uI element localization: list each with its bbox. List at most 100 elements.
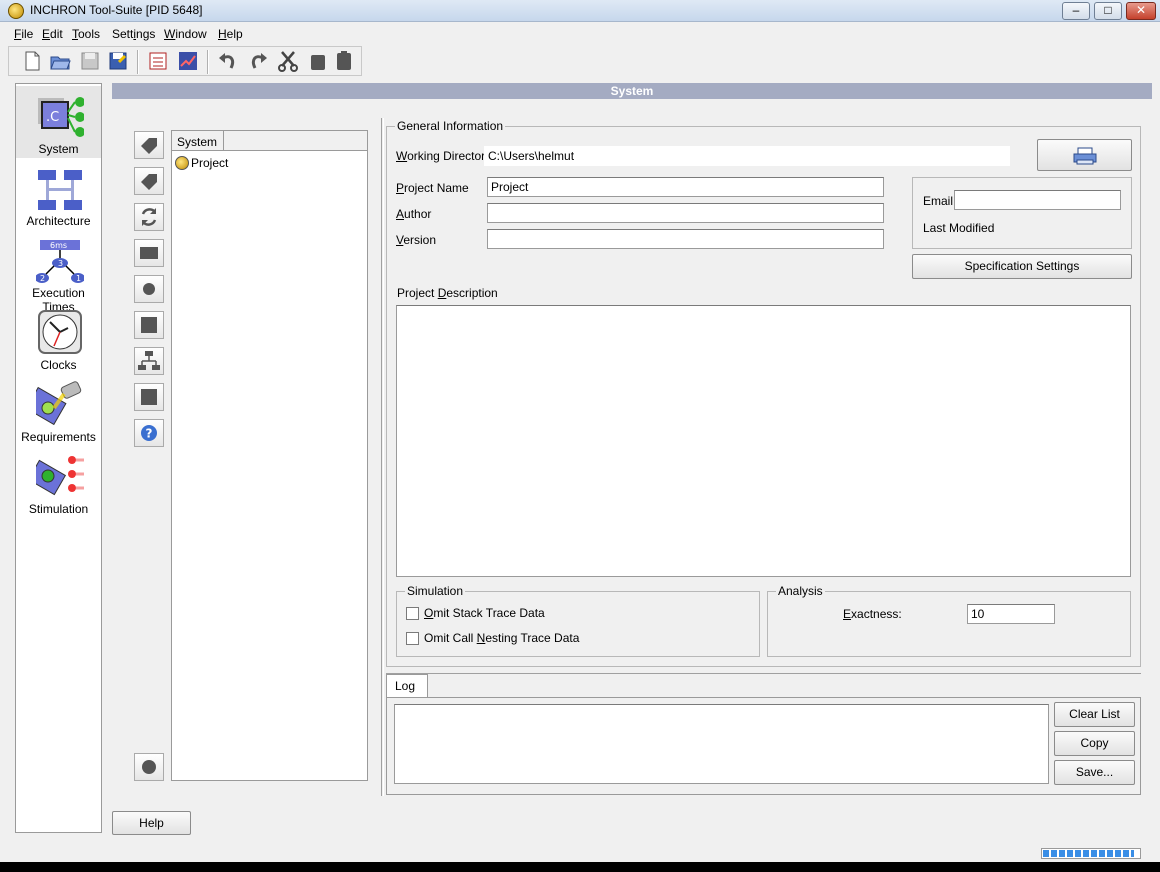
- tree-header: System: [172, 131, 367, 151]
- email-input[interactable]: [954, 190, 1121, 210]
- menu-tools[interactable]: Tools: [72, 27, 100, 41]
- project-tree[interactable]: System Project: [171, 130, 368, 781]
- undo-icon: [219, 53, 235, 69]
- open-folder-icon: [50, 56, 71, 70]
- block-icon: [141, 389, 157, 405]
- log-list[interactable]: [394, 704, 1049, 784]
- progress-fill: [1043, 850, 1135, 857]
- save-log-button[interactable]: Save...: [1054, 760, 1135, 785]
- maximize-button[interactable]: □: [1094, 2, 1122, 20]
- svg-text:1: 1: [76, 274, 81, 283]
- specification-settings-button[interactable]: Specification Settings: [912, 254, 1132, 279]
- menu-settings[interactable]: Settings: [112, 27, 155, 41]
- tab-log[interactable]: Log: [386, 674, 428, 698]
- nav-label-system: System: [38, 142, 79, 156]
- browse-directory-button[interactable]: [1037, 139, 1132, 171]
- svg-text:?: ?: [146, 427, 153, 441]
- nav-item-stimulation[interactable]: Stimulation: [16, 446, 101, 518]
- nav-item-system[interactable]: .C System: [16, 86, 101, 158]
- tree-item-project[interactable]: Project: [175, 156, 228, 170]
- report-button[interactable]: [147, 50, 171, 72]
- left-navigation: .C System Architecture 6ms 3 2 1 Executi…: [15, 83, 102, 833]
- save-as-button[interactable]: [107, 50, 131, 72]
- project-description-input[interactable]: [396, 305, 1131, 577]
- svg-text:3: 3: [58, 259, 63, 268]
- analysis-legend: Analysis: [776, 584, 825, 598]
- refresh-icon: [141, 208, 157, 226]
- contact-group: [912, 177, 1132, 249]
- nav-item-requirements[interactable]: Requirements: [16, 374, 101, 446]
- help-button[interactable]: Help: [112, 811, 191, 835]
- rectangle-icon: [140, 247, 158, 259]
- close-button[interactable]: ✕: [1126, 2, 1156, 20]
- chart-icon: [179, 52, 197, 70]
- nav-label-architecture: Architecture: [26, 214, 91, 228]
- remove-item-button[interactable]: [134, 167, 164, 195]
- open-button[interactable]: [49, 50, 73, 72]
- save-button[interactable]: [79, 50, 103, 72]
- title-bar: INCHRON Tool-Suite [PID 5648] – □ ✕: [0, 0, 1160, 22]
- menu-window[interactable]: Window: [164, 27, 207, 41]
- redo-button[interactable]: [247, 50, 271, 72]
- rectangle-tool-button[interactable]: [134, 239, 164, 267]
- requirements-icon: [36, 381, 82, 426]
- log-divider: [386, 673, 1141, 674]
- nav-label-clocks: Clocks: [40, 358, 77, 372]
- architecture-icon: [38, 170, 82, 210]
- clear-list-button[interactable]: Clear List: [1054, 702, 1135, 727]
- project-name-input[interactable]: Project: [487, 177, 884, 197]
- execution-times-icon: 6ms 3 2 1: [36, 240, 84, 283]
- section-header: System: [112, 83, 1152, 99]
- report-icon: [149, 52, 167, 70]
- nav-item-architecture[interactable]: Architecture: [16, 158, 101, 230]
- copy-toolbar-button[interactable]: [307, 50, 331, 72]
- new-file-icon: [25, 51, 40, 71]
- add-item-button[interactable]: [134, 131, 164, 159]
- omit-stack-trace-label: Omit Stack Trace Data: [424, 606, 545, 620]
- version-input[interactable]: [487, 229, 884, 249]
- tag-remove-icon: [141, 174, 157, 190]
- last-modified-label: Last Modified: [923, 221, 995, 235]
- analysis-group: Analysis: [767, 584, 1131, 657]
- undo-button[interactable]: [217, 50, 241, 72]
- copy-button[interactable]: Copy: [1054, 731, 1135, 756]
- svg-text:6ms: 6ms: [50, 241, 67, 250]
- nav-item-clocks[interactable]: Clocks: [16, 302, 101, 374]
- system-icon: .C: [38, 97, 84, 137]
- minimize-button[interactable]: –: [1062, 2, 1090, 20]
- simulation-group: Simulation: [396, 584, 760, 657]
- block-tool-button[interactable]: [134, 383, 164, 411]
- help-tool-button[interactable]: ?: [134, 419, 164, 447]
- omit-stack-trace-checkbox[interactable]: [406, 607, 419, 620]
- nav-item-execution-times[interactable]: 6ms 3 2 1 Execution Times: [16, 230, 101, 314]
- new-file-button[interactable]: [21, 50, 45, 72]
- paste-button[interactable]: [333, 50, 357, 72]
- cut-button[interactable]: [277, 50, 301, 72]
- author-input[interactable]: [487, 203, 884, 223]
- hierarchy-tool-button[interactable]: [134, 347, 164, 375]
- toolbar-separator: [207, 50, 209, 74]
- paste-icon: [337, 51, 351, 70]
- chart-button[interactable]: [177, 50, 201, 72]
- tree-column-header[interactable]: System: [172, 131, 224, 151]
- menu-help[interactable]: Help: [218, 27, 243, 41]
- omit-call-nesting-checkbox[interactable]: [406, 632, 419, 645]
- menu-edit[interactable]: Edit: [42, 27, 63, 41]
- panel-splitter[interactable]: [381, 118, 384, 796]
- refresh-button[interactable]: [134, 203, 164, 231]
- svg-text:.C: .C: [46, 110, 59, 125]
- menu-file[interactable]: File: [14, 27, 33, 41]
- tag-icon: [141, 138, 157, 154]
- square-icon: [141, 317, 157, 333]
- exactness-input[interactable]: 10: [967, 604, 1055, 624]
- record-button[interactable]: [134, 753, 164, 781]
- window-title: INCHRON Tool-Suite [PID 5648]: [30, 3, 203, 17]
- circle-tool-button[interactable]: [134, 275, 164, 303]
- print-icon: [1073, 147, 1096, 165]
- square-tool-button[interactable]: [134, 311, 164, 339]
- author-label: Author: [396, 207, 432, 221]
- working-directory-label: Working Directory: [396, 149, 492, 163]
- save-as-disk-icon: [109, 52, 127, 70]
- nav-label-stimulation: Stimulation: [28, 502, 89, 516]
- tree-item-label: Project: [191, 156, 229, 170]
